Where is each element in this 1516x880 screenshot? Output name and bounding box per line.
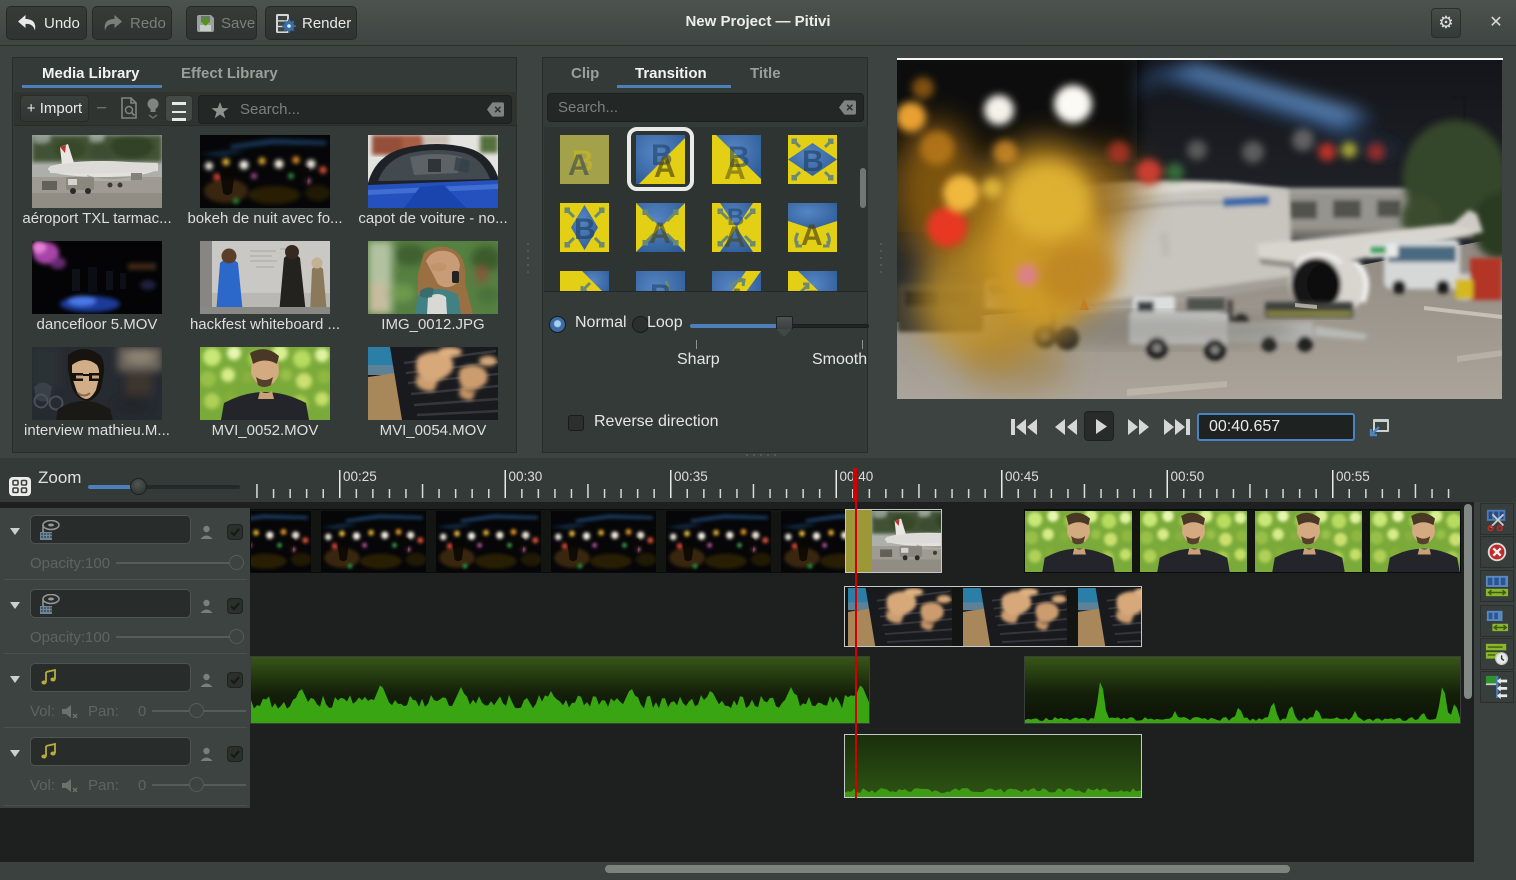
svg-text:B: B [574,213,596,246]
svg-text:00:25: 00:25 [343,469,377,484]
svg-text:A: A [726,283,748,292]
svg-text:A: A [724,221,746,252]
svg-text:00:30: 00:30 [508,469,542,484]
svg-text:A: A [568,149,590,182]
svg-text:00:50: 00:50 [1170,469,1204,484]
svg-text:A: A [801,219,823,252]
svg-text:00:55: 00:55 [1336,469,1370,484]
svg-text:00:35: 00:35 [674,469,708,484]
svg-text:B: B [804,285,826,292]
svg-text:A: A [724,153,746,184]
svg-text:00:45: 00:45 [1005,469,1039,484]
svg-text:B: B [650,279,672,292]
svg-text:A: A [574,287,596,292]
svg-text:B: B [802,145,824,178]
svg-text:A: A [649,217,671,250]
